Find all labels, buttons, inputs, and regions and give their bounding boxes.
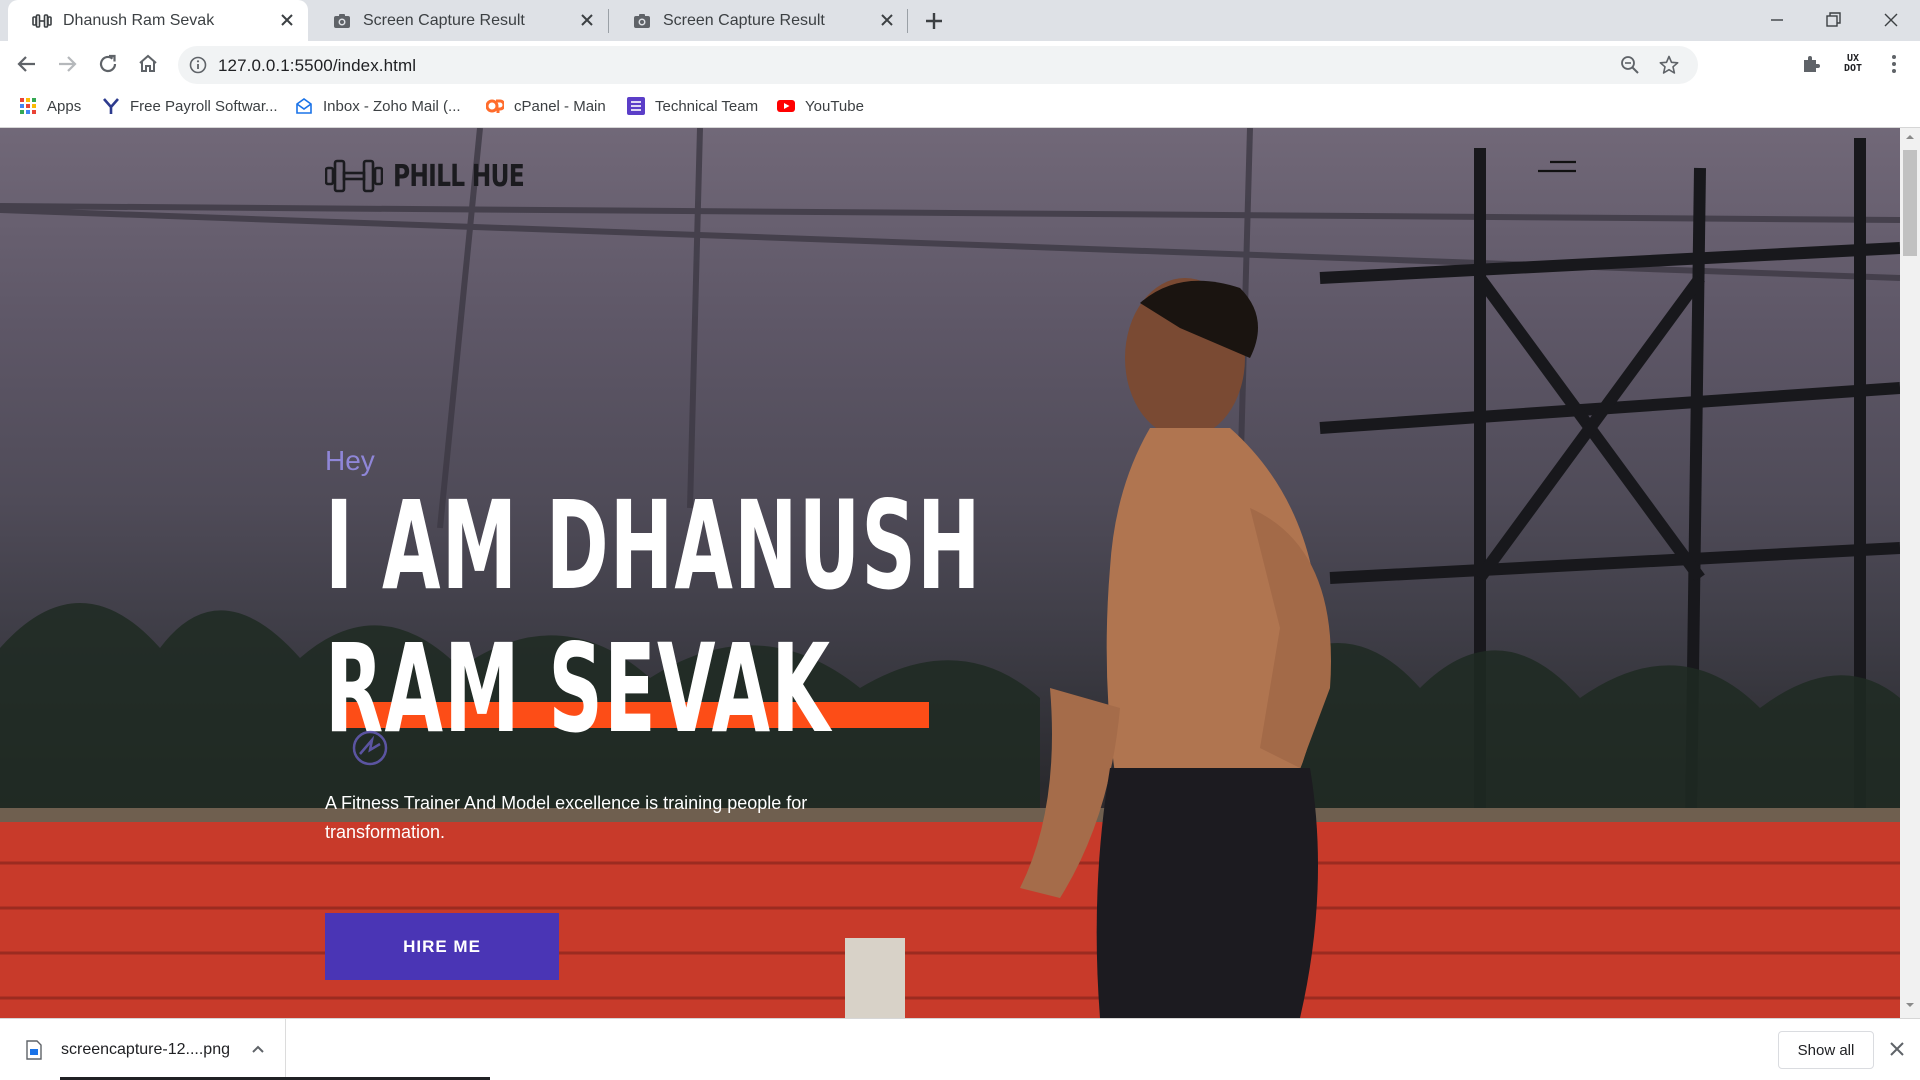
apps-grid-icon (20, 98, 36, 114)
restore-window-icon[interactable] (1819, 6, 1847, 34)
extension-badge-text: UX DOT (1843, 53, 1863, 74)
camera-icon (334, 14, 350, 28)
hire-me-button[interactable]: HIRE ME (325, 913, 559, 980)
youtube-icon (777, 100, 795, 112)
new-tab-icon[interactable] (920, 8, 948, 34)
tab-title: Screen Capture Result (663, 12, 825, 29)
minimize-window-icon[interactable] (1763, 6, 1791, 34)
chevron-up-icon[interactable] (250, 1043, 266, 1055)
bookmark-youtube[interactable]: YouTube (777, 97, 864, 115)
hamburger-menu-icon[interactable] (1538, 156, 1576, 178)
close-tab-icon[interactable] (878, 11, 896, 29)
zoho-mail-icon (296, 98, 312, 114)
bookmark-apps[interactable]: Apps (19, 97, 81, 115)
bookmark-label: YouTube (805, 97, 864, 115)
bookmarks-bar: Apps Free Payroll Softwar... Inbox - Zoh… (0, 88, 1920, 128)
site-info-icon[interactable] (189, 56, 207, 74)
tab-screen-capture-result-2[interactable]: Screen Capture Result (608, 0, 908, 41)
back-arrow-icon[interactable] (12, 49, 42, 79)
tab-title: Dhanush Ram Sevak (63, 12, 215, 29)
close-download-shelf-icon[interactable] (1888, 1040, 1906, 1058)
bookmark-cpanel[interactable]: cPanel - Main (486, 97, 606, 115)
scroll-down-arrow-icon[interactable] (1905, 1000, 1915, 1010)
bookmark-zoho-inbox[interactable]: Inbox - Zoho Mail (... (295, 97, 461, 115)
kebab-menu-icon[interactable] (1880, 50, 1908, 78)
address-bar[interactable]: 127.0.0.1:5500/index.html (178, 46, 1698, 84)
download-item[interactable]: screencapture-12....png (0, 1019, 286, 1080)
close-tab-icon[interactable] (278, 11, 296, 29)
page-scrollbar[interactable] (1900, 128, 1920, 1018)
tab-separator (907, 9, 908, 33)
greeting-text: Hey (325, 445, 375, 476)
hero-tagline: A Fitness Trainer And Model excellence i… (325, 793, 808, 842)
browser-toolbar: 127.0.0.1:5500/index.html UX DOT (0, 41, 1920, 88)
image-file-icon (26, 1040, 42, 1060)
extensions-puzzle-icon[interactable] (1798, 50, 1826, 78)
bookmark-label: Inbox - Zoho Mail (... (323, 97, 461, 115)
cpanel-icon (486, 99, 504, 113)
dumbbell-logo-icon (325, 159, 383, 193)
tab-screen-capture-result-1[interactable]: Screen Capture Result (308, 0, 608, 41)
ux-dot-extension-icon[interactable]: UX DOT (1840, 50, 1868, 78)
show-all-downloads-button[interactable]: Show all (1778, 1031, 1874, 1069)
tab-strip: Dhanush Ram Sevak Screen Capture Result … (0, 0, 1920, 41)
tab-dhanush-ram-sevak[interactable]: Dhanush Ram Sevak (8, 0, 308, 41)
download-shelf: screencapture-12....png Show all (0, 1018, 1920, 1080)
bookmark-label: cPanel - Main (514, 97, 606, 115)
bookmark-star-icon[interactable] (1658, 54, 1680, 76)
signature-mark-icon (352, 730, 388, 766)
url-text[interactable]: 127.0.0.1:5500/index.html (218, 56, 416, 76)
camera-icon (634, 14, 650, 28)
close-window-icon[interactable] (1877, 6, 1905, 34)
tab-title: Screen Capture Result (363, 12, 525, 29)
bookmark-label: Free Payroll Softwar... (130, 97, 278, 115)
site-logo[interactable]: PHILL HUE (325, 158, 561, 194)
bookmark-label: Technical Team (655, 97, 759, 115)
dumbbell-icon (32, 14, 52, 28)
reload-icon[interactable] (93, 49, 123, 79)
page-hero-section: PHILL HUE Hey I AM DHANUSH RAM SEVAK A F… (0, 128, 1900, 1018)
headline-line-2: RAM SEVAK (325, 618, 832, 760)
scroll-up-arrow-icon[interactable] (1905, 132, 1915, 142)
zoom-icon[interactable] (1620, 55, 1640, 75)
download-file-name: screencapture-12....png (61, 1041, 230, 1058)
forward-arrow-icon[interactable] (52, 49, 82, 79)
scrollbar-thumb[interactable] (1903, 150, 1917, 256)
list-icon (627, 97, 645, 115)
close-tab-icon[interactable] (578, 11, 596, 29)
bookmark-label: Apps (47, 97, 82, 115)
yahoo-y-icon (103, 98, 119, 114)
headline-line-1: I AM DHANUSH (325, 475, 982, 617)
logo-text: PHILL HUE (393, 158, 525, 194)
bookmark-free-payroll[interactable]: Free Payroll Softwar... (102, 97, 278, 115)
bookmark-technical-team[interactable]: Technical Team (627, 97, 758, 115)
home-icon[interactable] (133, 49, 163, 79)
